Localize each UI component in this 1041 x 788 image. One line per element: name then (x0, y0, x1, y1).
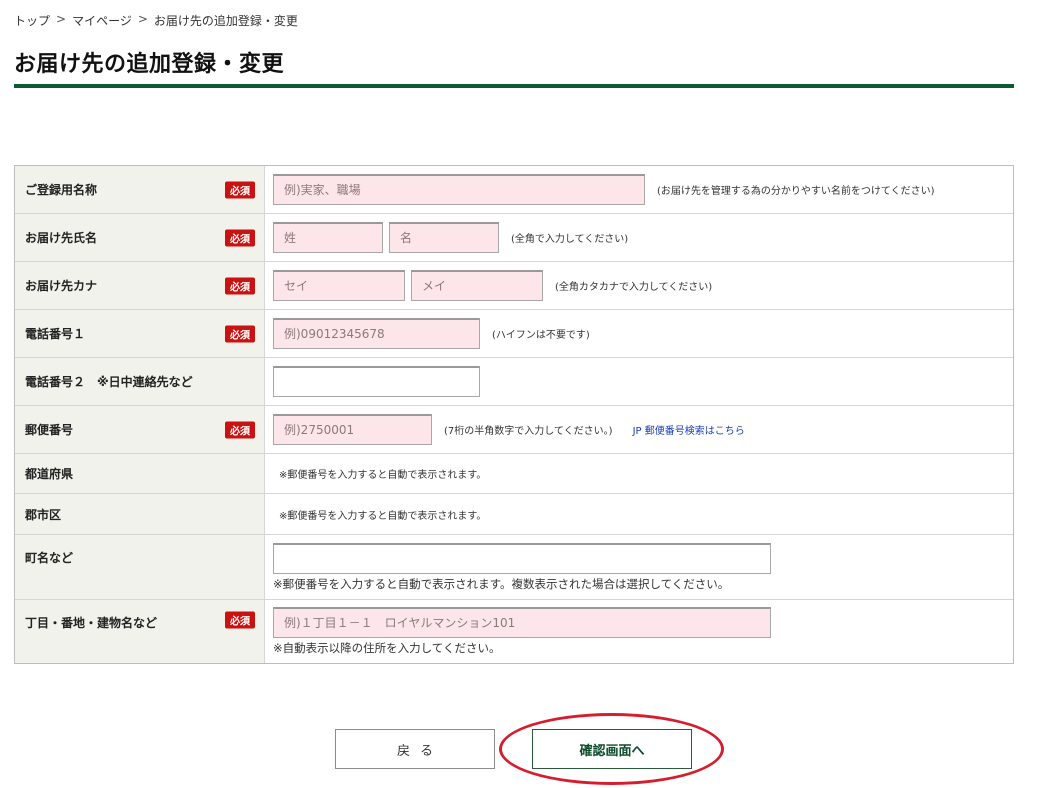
breadcrumb-mypage[interactable]: マイページ (72, 12, 132, 29)
required-badge: 必須 (225, 325, 255, 342)
row-phone1: 電話番号１ 必須 (ハイフンは不要です) (15, 310, 1013, 358)
back-button[interactable]: 戻る (335, 729, 495, 769)
registration-name-hint: (お届け先を管理する為の分かりやすい名前をつけてください) (657, 186, 935, 197)
row-city: 郡市区 ※郵便番号を入力すると自動で表示されます。 (15, 494, 1013, 535)
breadcrumb-top[interactable]: トップ (14, 12, 50, 29)
postal-code-label: 郵便番号 (25, 423, 74, 437)
row-recipient-name: お届け先氏名 必須 (全角で入力してください) (15, 214, 1013, 262)
breadcrumb-separator: > (137, 12, 148, 26)
row-town: 町名など ※郵便番号を入力すると自動で表示されます。複数表示された場合は選択して… (15, 535, 1013, 600)
row-registration-name: ご登録用名称 必須 (お届け先を管理する為の分かりやすい名前をつけてください) (15, 166, 1013, 214)
breadcrumb-current: お届け先の追加登録・変更 (153, 14, 298, 28)
row-postal-code: 郵便番号 必須 (7桁の半角数字で入力してください。) JP 郵便番号検索はこち… (15, 406, 1013, 454)
phone1-hint: (ハイフンは不要です) (492, 330, 590, 341)
required-badge: 必須 (225, 181, 255, 198)
prefecture-label: 都道府県 (25, 467, 74, 481)
confirm-button[interactable]: 確認画面へ (532, 729, 692, 769)
required-badge: 必須 (225, 229, 255, 246)
prefecture-note: ※郵便番号を入力すると自動で表示されます。 (279, 470, 487, 481)
phone1-input[interactable] (273, 318, 480, 349)
first-kana-input[interactable] (411, 270, 543, 301)
required-badge: 必須 (225, 277, 255, 294)
registration-name-input[interactable] (273, 174, 645, 205)
address-detail-note: ※自動表示以降の住所を入力してください。 (273, 641, 501, 655)
row-address-detail: 丁目・番地・建物名など 必須 ※自動表示以降の住所を入力してください。 (15, 600, 1013, 663)
first-name-input[interactable] (389, 222, 499, 253)
town-input[interactable] (273, 542, 771, 574)
required-badge: 必須 (225, 421, 255, 438)
last-kana-input[interactable] (273, 270, 405, 301)
row-prefecture: 都道府県 ※郵便番号を入力すると自動で表示されます。 (15, 454, 1013, 494)
title-divider (14, 84, 1014, 88)
breadcrumb: トップ > マイページ > お届け先の追加登録・変更 (14, 12, 298, 29)
city-note: ※郵便番号を入力すると自動で表示されます。 (279, 510, 487, 522)
town-note: ※郵便番号を入力すると自動で表示されます。複数表示された場合は選択してください。 (273, 576, 730, 591)
address-form: ご登録用名称 必須 (お届け先を管理する為の分かりやすい名前をつけてください) … (14, 165, 1014, 664)
phone2-label: 電話番号２ ※日中連絡先など (25, 375, 193, 389)
breadcrumb-separator: > (56, 12, 67, 26)
postal-code-input[interactable] (273, 414, 432, 445)
page-title: お届け先の追加登録・変更 (14, 52, 285, 77)
recipient-name-hint: (全角で入力してください) (511, 234, 629, 245)
address-detail-label: 丁目・番地・建物名など (25, 616, 158, 630)
town-label: 町名など (25, 551, 74, 565)
recipient-kana-hint: (全角カタカナで入力してください) (555, 282, 713, 293)
required-badge: 必須 (225, 611, 255, 629)
row-phone2: 電話番号２ ※日中連絡先など (15, 358, 1013, 406)
row-recipient-kana: お届け先カナ 必須 (全角カタカナで入力してください) (15, 262, 1013, 310)
last-name-input[interactable] (273, 222, 383, 253)
city-label: 郡市区 (25, 507, 62, 522)
postal-code-hint: (7桁の半角数字で入力してください。) (444, 426, 613, 437)
address-detail-input[interactable] (273, 607, 771, 638)
registration-name-label: ご登録用名称 (25, 183, 98, 197)
phone2-input[interactable] (273, 366, 480, 397)
recipient-kana-label: お届け先カナ (25, 279, 98, 293)
postal-code-search-link[interactable]: JP 郵便番号検索はこちら (633, 422, 745, 437)
phone1-label: 電話番号１ (25, 327, 86, 341)
recipient-name-label: お届け先氏名 (25, 231, 98, 245)
